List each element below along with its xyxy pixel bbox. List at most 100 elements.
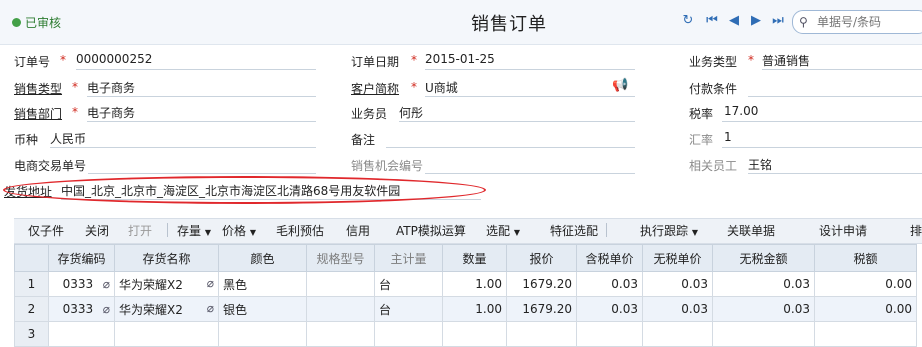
salesman-value[interactable]: 何彤	[399, 104, 423, 121]
cell-qty[interactable]: 1.00	[442, 296, 507, 322]
toolbar-configure[interactable]: 选配 ▼	[486, 222, 520, 239]
column-header[interactable]: 报价	[506, 244, 577, 272]
cell-tax[interactable]	[814, 321, 917, 347]
cell-code[interactable]: 0333 ⌀	[48, 296, 115, 322]
toolbar-design-request[interactable]: 设计申请	[819, 222, 867, 239]
toolbar-more[interactable]: 排	[910, 222, 922, 239]
toolbar-gross-margin[interactable]: 毛利预估	[276, 222, 324, 239]
order-no-underline	[76, 69, 316, 70]
staff-value[interactable]: 王铭	[748, 156, 772, 173]
payment-terms-label: 付款条件	[689, 82, 738, 96]
status-label: 已审核	[25, 16, 62, 30]
row-number: 2	[14, 296, 49, 322]
paperclip-icon[interactable]: ⌀	[207, 276, 214, 290]
prev-record-icon[interactable]: ◀	[726, 13, 742, 29]
cell-tax[interactable]: 0.00	[814, 271, 917, 297]
last-record-icon[interactable]: ⏭	[770, 13, 786, 29]
order-no-value[interactable]: 0000000252	[76, 52, 152, 66]
cell-color[interactable]	[218, 321, 307, 347]
column-header[interactable]: 税额	[814, 244, 917, 272]
paperclip-icon[interactable]: ⌀	[103, 277, 110, 291]
paperclip-icon[interactable]: ⌀	[103, 302, 110, 316]
cell-tax-price[interactable]: 0.03	[576, 296, 643, 322]
sales-type-label[interactable]: 销售类型	[14, 80, 62, 97]
cell-spec[interactable]	[306, 271, 375, 297]
toolbar-credit[interactable]: 信用	[346, 222, 370, 239]
cell-quote[interactable]: 1679.20	[506, 271, 577, 297]
cell-color[interactable]: 黑色	[218, 271, 307, 297]
ec-no-label: 电商交易单号	[14, 159, 87, 173]
cell-unit[interactable]	[374, 321, 443, 347]
salesman-label: 业务员	[351, 107, 388, 121]
cell-net-price[interactable]	[642, 321, 713, 347]
chevron-down-icon: ▼	[249, 228, 256, 237]
cell-quote[interactable]	[506, 321, 577, 347]
toolbar-children-only[interactable]: 仅子件	[28, 222, 64, 239]
table-row[interactable]: 1 0333 ⌀ 华为荣耀X2 ⌀ 黑色 台 1.00 1679.20 0.03 0…	[14, 271, 917, 297]
cell-spec[interactable]	[306, 321, 375, 347]
cell-net-amount[interactable]: 0.03	[712, 296, 815, 322]
currency-value[interactable]: 人民币	[50, 130, 86, 147]
toolbar-related-docs[interactable]: 关联单据	[727, 222, 775, 239]
paperclip-icon[interactable]: ⌀	[207, 301, 214, 315]
cell-net-price[interactable]: 0.03	[642, 271, 713, 297]
toolbar-price[interactable]: 价格 ▼	[222, 222, 256, 239]
required-mark: *	[60, 53, 66, 67]
toolbar-exec-trace[interactable]: 执行跟踪 ▼	[640, 222, 698, 239]
column-header[interactable]: 存货编码	[48, 244, 115, 272]
column-header[interactable]: 无税金额	[712, 244, 815, 272]
column-header[interactable]: 数量	[442, 244, 507, 272]
toolbar-stock[interactable]: 存量 ▼	[177, 222, 211, 239]
toolbar-feature-configure[interactable]: 特征选配	[550, 222, 598, 239]
table-row[interactable]: 3	[14, 321, 917, 347]
cell-code[interactable]	[48, 321, 115, 347]
column-header[interactable]: 存货名称	[114, 244, 219, 272]
column-header[interactable]: 无税单价	[642, 244, 713, 272]
required-mark: *	[411, 53, 417, 67]
sales-dept-label[interactable]: 销售部门	[14, 105, 62, 122]
cell-code[interactable]: 0333 ⌀	[48, 271, 115, 297]
cell-net-amount[interactable]: 0.03	[712, 271, 815, 297]
toolbar-close[interactable]: 关闭	[85, 222, 109, 239]
cell-net-amount[interactable]	[712, 321, 815, 347]
table-row[interactable]: 2 0333 ⌀ 华为荣耀X2 ⌀ 银色 台 1.00 1679.20 0.03 0…	[14, 296, 917, 322]
first-record-icon[interactable]: ⏮	[704, 13, 720, 29]
tax-rate-value[interactable]: 17.00	[724, 104, 758, 118]
cell-spec[interactable]	[306, 296, 375, 322]
cell-name[interactable]	[114, 321, 219, 347]
cell-tax-price[interactable]	[576, 321, 643, 347]
cell-qty[interactable]	[442, 321, 507, 347]
cell-unit[interactable]: 台	[374, 296, 443, 322]
biz-type-value[interactable]: 普通销售	[762, 52, 810, 69]
cell-quote[interactable]: 1679.20	[506, 296, 577, 322]
megaphone-icon[interactable]: 📢	[612, 78, 628, 93]
customer-value[interactable]: U商城	[425, 79, 458, 96]
sales-type-value[interactable]: 电子商务	[87, 79, 135, 96]
column-header[interactable]: 含税单价	[576, 244, 643, 272]
search-input[interactable]	[815, 14, 919, 30]
approval-status: 已审核	[12, 14, 61, 31]
sales-dept-value[interactable]: 电子商务	[87, 104, 135, 121]
cell-unit[interactable]: 台	[374, 271, 443, 297]
search-box[interactable]: ⚲	[792, 10, 922, 34]
toolbar-open[interactable]: 打开	[128, 222, 152, 239]
refresh-icon[interactable]: ↻	[680, 13, 696, 29]
column-header[interactable]: 主计量	[374, 244, 443, 272]
cell-tax[interactable]: 0.00	[814, 296, 917, 322]
cell-tax-price[interactable]: 0.03	[576, 271, 643, 297]
opportunity-label: 销售机会编号	[351, 159, 424, 173]
table-header-row: 存货编码 存货名称 颜色 规格型号 主计量 数量 报价 含税单价 无税单价 无税…	[14, 244, 917, 272]
cell-qty[interactable]: 1.00	[442, 271, 507, 297]
cell-color[interactable]: 银色	[218, 296, 307, 322]
cell-name[interactable]: 华为荣耀X2 ⌀	[114, 271, 219, 297]
cell-name[interactable]: 华为荣耀X2 ⌀	[114, 296, 219, 322]
toolbar-atp-simulate[interactable]: ATP模拟运算	[396, 222, 466, 239]
cell-net-price[interactable]: 0.03	[642, 296, 713, 322]
order-date-label: 订单日期	[351, 55, 400, 69]
column-header[interactable]: 规格型号	[306, 244, 375, 272]
next-record-icon[interactable]: ▶	[748, 13, 764, 29]
customer-label[interactable]: 客户简称	[351, 80, 399, 97]
exchange-rate-value[interactable]: 1	[724, 130, 732, 144]
order-date-value[interactable]: 2015-01-25	[425, 52, 495, 66]
column-header[interactable]: 颜色	[218, 244, 307, 272]
